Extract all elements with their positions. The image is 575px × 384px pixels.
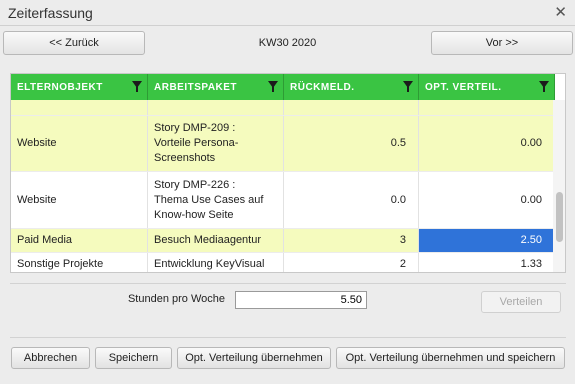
package-cell[interactable]: Story DMP-226 : Thema Use Cases auf Know… bbox=[148, 172, 284, 228]
back-button[interactable]: << Zurück bbox=[3, 31, 145, 55]
package-cell[interactable]: Entwicklung KeyVisual bbox=[148, 253, 284, 272]
time-entry-grid: ELTERNOBJEKT ARBEITSPAKET RÜCKMELD. OPT.… bbox=[10, 73, 566, 273]
table-row[interactable]: Paid Media Besuch Mediaagentur 3 2.50 bbox=[11, 229, 555, 253]
column-header-package[interactable]: ARBEITSPAKET bbox=[148, 74, 284, 100]
grid-body: Website Story DMP-209 : Vorteile Persona… bbox=[11, 100, 555, 272]
close-icon[interactable]: ✕ bbox=[554, 3, 567, 21]
column-header-distribution[interactable]: OPT. VERTEIL. bbox=[419, 74, 555, 100]
distribution-cell[interactable]: 1.33 bbox=[419, 253, 555, 272]
column-header-label: OPT. VERTEIL. bbox=[425, 81, 502, 93]
feedback-cell[interactable]: 2 bbox=[284, 253, 419, 272]
package-line: Story DMP-209 : bbox=[154, 122, 236, 134]
vertical-scrollbar[interactable] bbox=[553, 100, 565, 272]
package-cell[interactable]: Story DMP-209 : Vorteile Persona- Screen… bbox=[148, 116, 284, 171]
save-button[interactable]: Speichern bbox=[95, 347, 172, 369]
feedback-cell[interactable]: 0.5 bbox=[284, 116, 419, 171]
week-label: KW30 2020 bbox=[258, 37, 317, 49]
filter-icon[interactable] bbox=[268, 81, 278, 92]
table-row[interactable]: Website Story DMP-209 : Vorteile Persona… bbox=[11, 116, 555, 172]
parent-cell[interactable]: Paid Media bbox=[11, 229, 148, 252]
cancel-button[interactable]: Abbrechen bbox=[11, 347, 90, 369]
apply-distribution-and-save-button[interactable]: Opt. Verteilung übernehmen und speichern bbox=[336, 347, 565, 369]
table-row[interactable]: Sonstige Projekte Entwicklung KeyVisual … bbox=[11, 253, 555, 272]
table-row[interactable]: Website Story DMP-226 : Thema Use Cases … bbox=[11, 172, 555, 229]
package-line: Screenshots bbox=[154, 152, 216, 164]
filter-icon[interactable] bbox=[539, 81, 549, 92]
package-line: Vorteile Persona- bbox=[154, 137, 239, 149]
column-header-feedback[interactable]: RÜCKMELD. bbox=[284, 74, 419, 100]
distribution-cell[interactable]: 0.00 bbox=[419, 116, 555, 171]
column-header-label: ARBEITSPAKET bbox=[154, 81, 238, 93]
distribution-cell-selected[interactable]: 2.50 bbox=[419, 229, 555, 252]
hours-per-week-label: Stunden pro Woche bbox=[127, 293, 225, 305]
parent-cell[interactable]: Website bbox=[11, 172, 148, 228]
column-header-parent[interactable]: ELTERNOBJEKT bbox=[11, 74, 148, 100]
next-button[interactable]: Vor >> bbox=[431, 31, 573, 55]
package-line: Know-how Seite bbox=[154, 208, 234, 221]
parent-cell[interactable]: Sonstige Projekte bbox=[11, 253, 148, 272]
divider bbox=[10, 283, 566, 284]
window-title: Zeiterfassung bbox=[8, 5, 93, 21]
filter-icon[interactable] bbox=[403, 81, 413, 92]
column-header-label: RÜCKMELD. bbox=[290, 81, 355, 93]
divider bbox=[10, 337, 566, 338]
apply-distribution-button[interactable]: Opt. Verteilung übernehmen bbox=[177, 347, 331, 369]
column-header-label: ELTERNOBJEKT bbox=[17, 81, 103, 93]
parent-cell[interactable]: Website bbox=[11, 116, 148, 171]
filter-icon[interactable] bbox=[132, 81, 142, 92]
distribution-cell[interactable]: 0.00 bbox=[419, 172, 555, 228]
distribute-button[interactable]: Verteilen bbox=[481, 291, 561, 313]
package-line: Thema Use Cases auf bbox=[154, 193, 264, 206]
feedback-cell[interactable]: 0.0 bbox=[284, 172, 419, 228]
package-cell[interactable]: Besuch Mediaagentur bbox=[148, 229, 284, 252]
scrollbar-thumb[interactable] bbox=[556, 192, 563, 242]
table-row-partial bbox=[11, 100, 555, 116]
grid-header: ELTERNOBJEKT ARBEITSPAKET RÜCKMELD. OPT.… bbox=[11, 74, 555, 100]
hours-per-week-input[interactable] bbox=[235, 291, 367, 309]
feedback-cell[interactable]: 3 bbox=[284, 229, 419, 252]
title-bar: Zeiterfassung ✕ bbox=[0, 0, 575, 26]
package-line: Story DMP-226 : bbox=[154, 178, 236, 191]
